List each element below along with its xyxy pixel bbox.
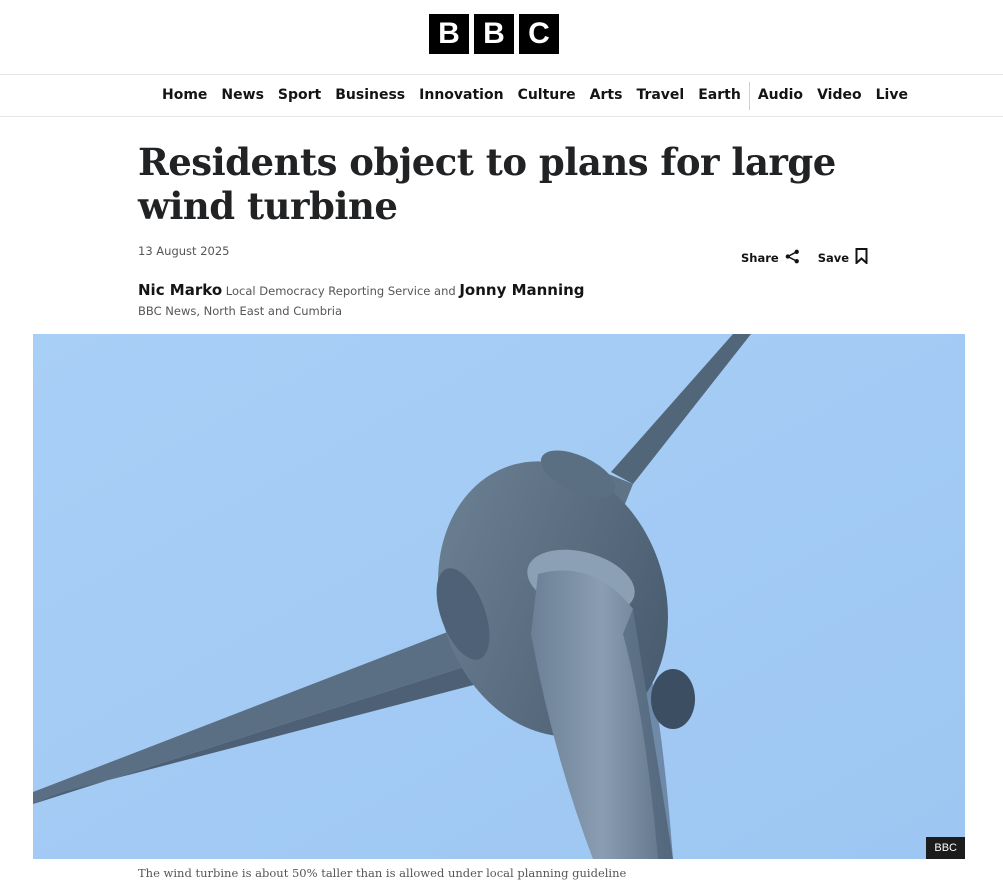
- nav-item-innovation[interactable]: Innovation: [412, 75, 510, 116]
- hero-image: BBC: [33, 334, 965, 859]
- main-navigation: Home News Sport Business Innovation Cult…: [0, 75, 1003, 117]
- author-name[interactable]: Nic Marko: [138, 281, 222, 299]
- image-caption: The wind turbine is about 50% taller tha…: [138, 866, 627, 880]
- article-date: 13 August 2025: [138, 244, 230, 258]
- nav-item-video[interactable]: Video: [810, 75, 869, 116]
- nav-list: Home News Sport Business Innovation Cult…: [155, 75, 915, 116]
- save-label: Save: [817, 250, 850, 265]
- image-credit: BBC: [926, 837, 965, 859]
- nav-item-culture[interactable]: Culture: [511, 75, 583, 116]
- share-icon: [785, 249, 800, 267]
- nav-item-earth[interactable]: Earth: [691, 75, 748, 116]
- author-name[interactable]: Jonny Manning: [459, 281, 584, 299]
- author-organisation: Local Democracy Reporting Service and: [225, 284, 456, 298]
- nav-item-live[interactable]: Live: [869, 75, 915, 116]
- masthead: B B C: [0, 0, 1003, 75]
- nav-item-news[interactable]: News: [214, 75, 270, 116]
- article-headline: Residents object to plans for large wind…: [138, 140, 836, 228]
- author-organisation: BBC News, North East and Cumbria: [138, 304, 343, 318]
- nav-item-audio[interactable]: Audio: [751, 75, 810, 116]
- nav-item-sport[interactable]: Sport: [271, 75, 328, 116]
- nav-divider: [748, 81, 750, 110]
- bbc-logo[interactable]: B B C: [429, 14, 559, 54]
- wind-turbine-photo: [33, 334, 965, 859]
- share-button[interactable]: Share: [741, 249, 800, 267]
- article-actions: Share Save: [741, 248, 868, 267]
- nav-item-travel[interactable]: Travel: [629, 75, 691, 116]
- save-button[interactable]: Save: [818, 248, 868, 267]
- logo-letter: B: [429, 14, 469, 54]
- bookmark-icon: [855, 248, 868, 267]
- byline: Nic Marko Local Democracy Reporting Serv…: [138, 280, 608, 321]
- nav-item-arts[interactable]: Arts: [583, 75, 630, 116]
- logo-letter: B: [474, 14, 514, 54]
- share-label: Share: [741, 250, 779, 265]
- nav-item-business[interactable]: Business: [328, 75, 412, 116]
- logo-letter: C: [519, 14, 559, 54]
- nav-item-home[interactable]: Home: [155, 75, 214, 116]
